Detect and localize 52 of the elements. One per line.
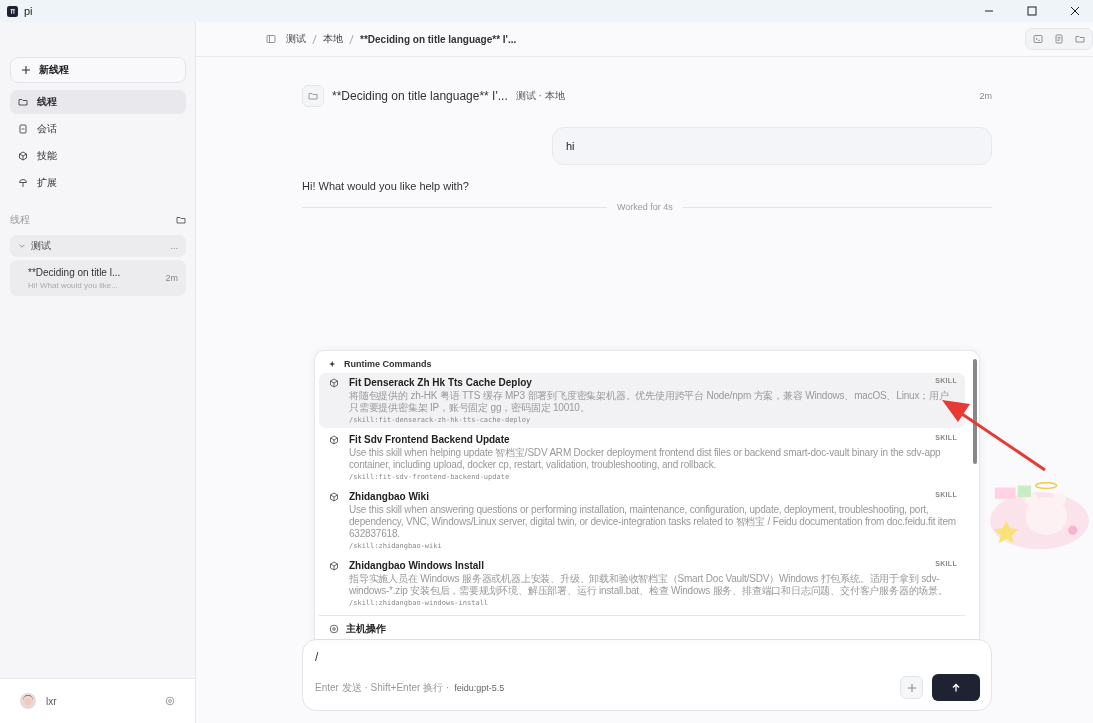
close-icon[interactable]	[1070, 6, 1080, 16]
project-group[interactable]: 测试 ...	[10, 235, 186, 257]
send-button[interactable]	[932, 674, 980, 701]
plus-icon	[21, 65, 31, 75]
chevron-icon[interactable]	[18, 242, 26, 250]
avatar[interactable]	[20, 693, 36, 709]
umbrella-icon	[18, 178, 28, 188]
assistant-message: Hi! What would you like help with?	[302, 180, 470, 192]
host-icon	[329, 624, 339, 634]
menu-section-title[interactable]: 主机操作	[346, 622, 386, 636]
nav-item[interactable]: 技能	[10, 144, 186, 168]
attach-button[interactable]	[900, 676, 923, 699]
user-name: lxr	[46, 695, 58, 707]
message-input[interactable]: /	[315, 650, 375, 664]
folder-button[interactable]	[302, 85, 324, 107]
menu-section-title: Runtime Commands	[344, 359, 432, 369]
document-icon[interactable]	[1054, 34, 1064, 44]
cube-icon	[329, 492, 339, 502]
terminal-icon[interactable]	[1033, 34, 1043, 44]
folder-icon[interactable]	[176, 215, 186, 225]
nav-item[interactable]: 线程	[10, 90, 186, 114]
worked-label: Worked for 4s	[617, 202, 673, 212]
composer-hint: Enter 发送 · Shift+Enter 换行 ·	[315, 680, 450, 695]
thread-meta: 测试 · 本地	[515, 89, 566, 103]
cube-icon	[18, 151, 28, 161]
breadcrumb-item[interactable]: 测试	[286, 32, 306, 46]
window-title: pi	[24, 5, 33, 17]
user-message: hi	[552, 127, 992, 165]
cube-icon	[329, 378, 339, 388]
sparkle-icon	[329, 360, 337, 368]
plus-icon	[906, 682, 917, 693]
nav-item[interactable]: 会话	[10, 117, 186, 141]
thread-time: 2m	[979, 91, 992, 101]
app-logo-icon	[7, 5, 18, 17]
folder-icon	[18, 97, 28, 107]
section-title: 线程	[10, 213, 30, 227]
cube-icon	[329, 435, 339, 445]
settings-icon[interactable]	[165, 696, 175, 706]
model-label[interactable]: feidu:gpt-5.5	[454, 682, 505, 693]
cube-icon	[329, 561, 339, 571]
folder-icon[interactable]	[1075, 34, 1085, 44]
breadcrumb-item[interactable]: 本地	[323, 32, 343, 46]
maximize-icon[interactable]	[1027, 6, 1037, 16]
breadcrumb-item[interactable]: **Deciding on title language** I'...	[360, 33, 517, 45]
sidebar-toggle-icon[interactable]	[266, 34, 276, 44]
new-thread-button[interactable]: 新线程	[10, 57, 186, 83]
nav-item[interactable]: 扩展	[10, 171, 186, 195]
scrollbar[interactable]	[973, 359, 977, 464]
folder-icon	[308, 91, 318, 101]
document-icon	[18, 124, 28, 134]
thread-title: **Deciding on title language** I'...	[332, 89, 508, 103]
arrow-up-icon	[951, 682, 961, 693]
